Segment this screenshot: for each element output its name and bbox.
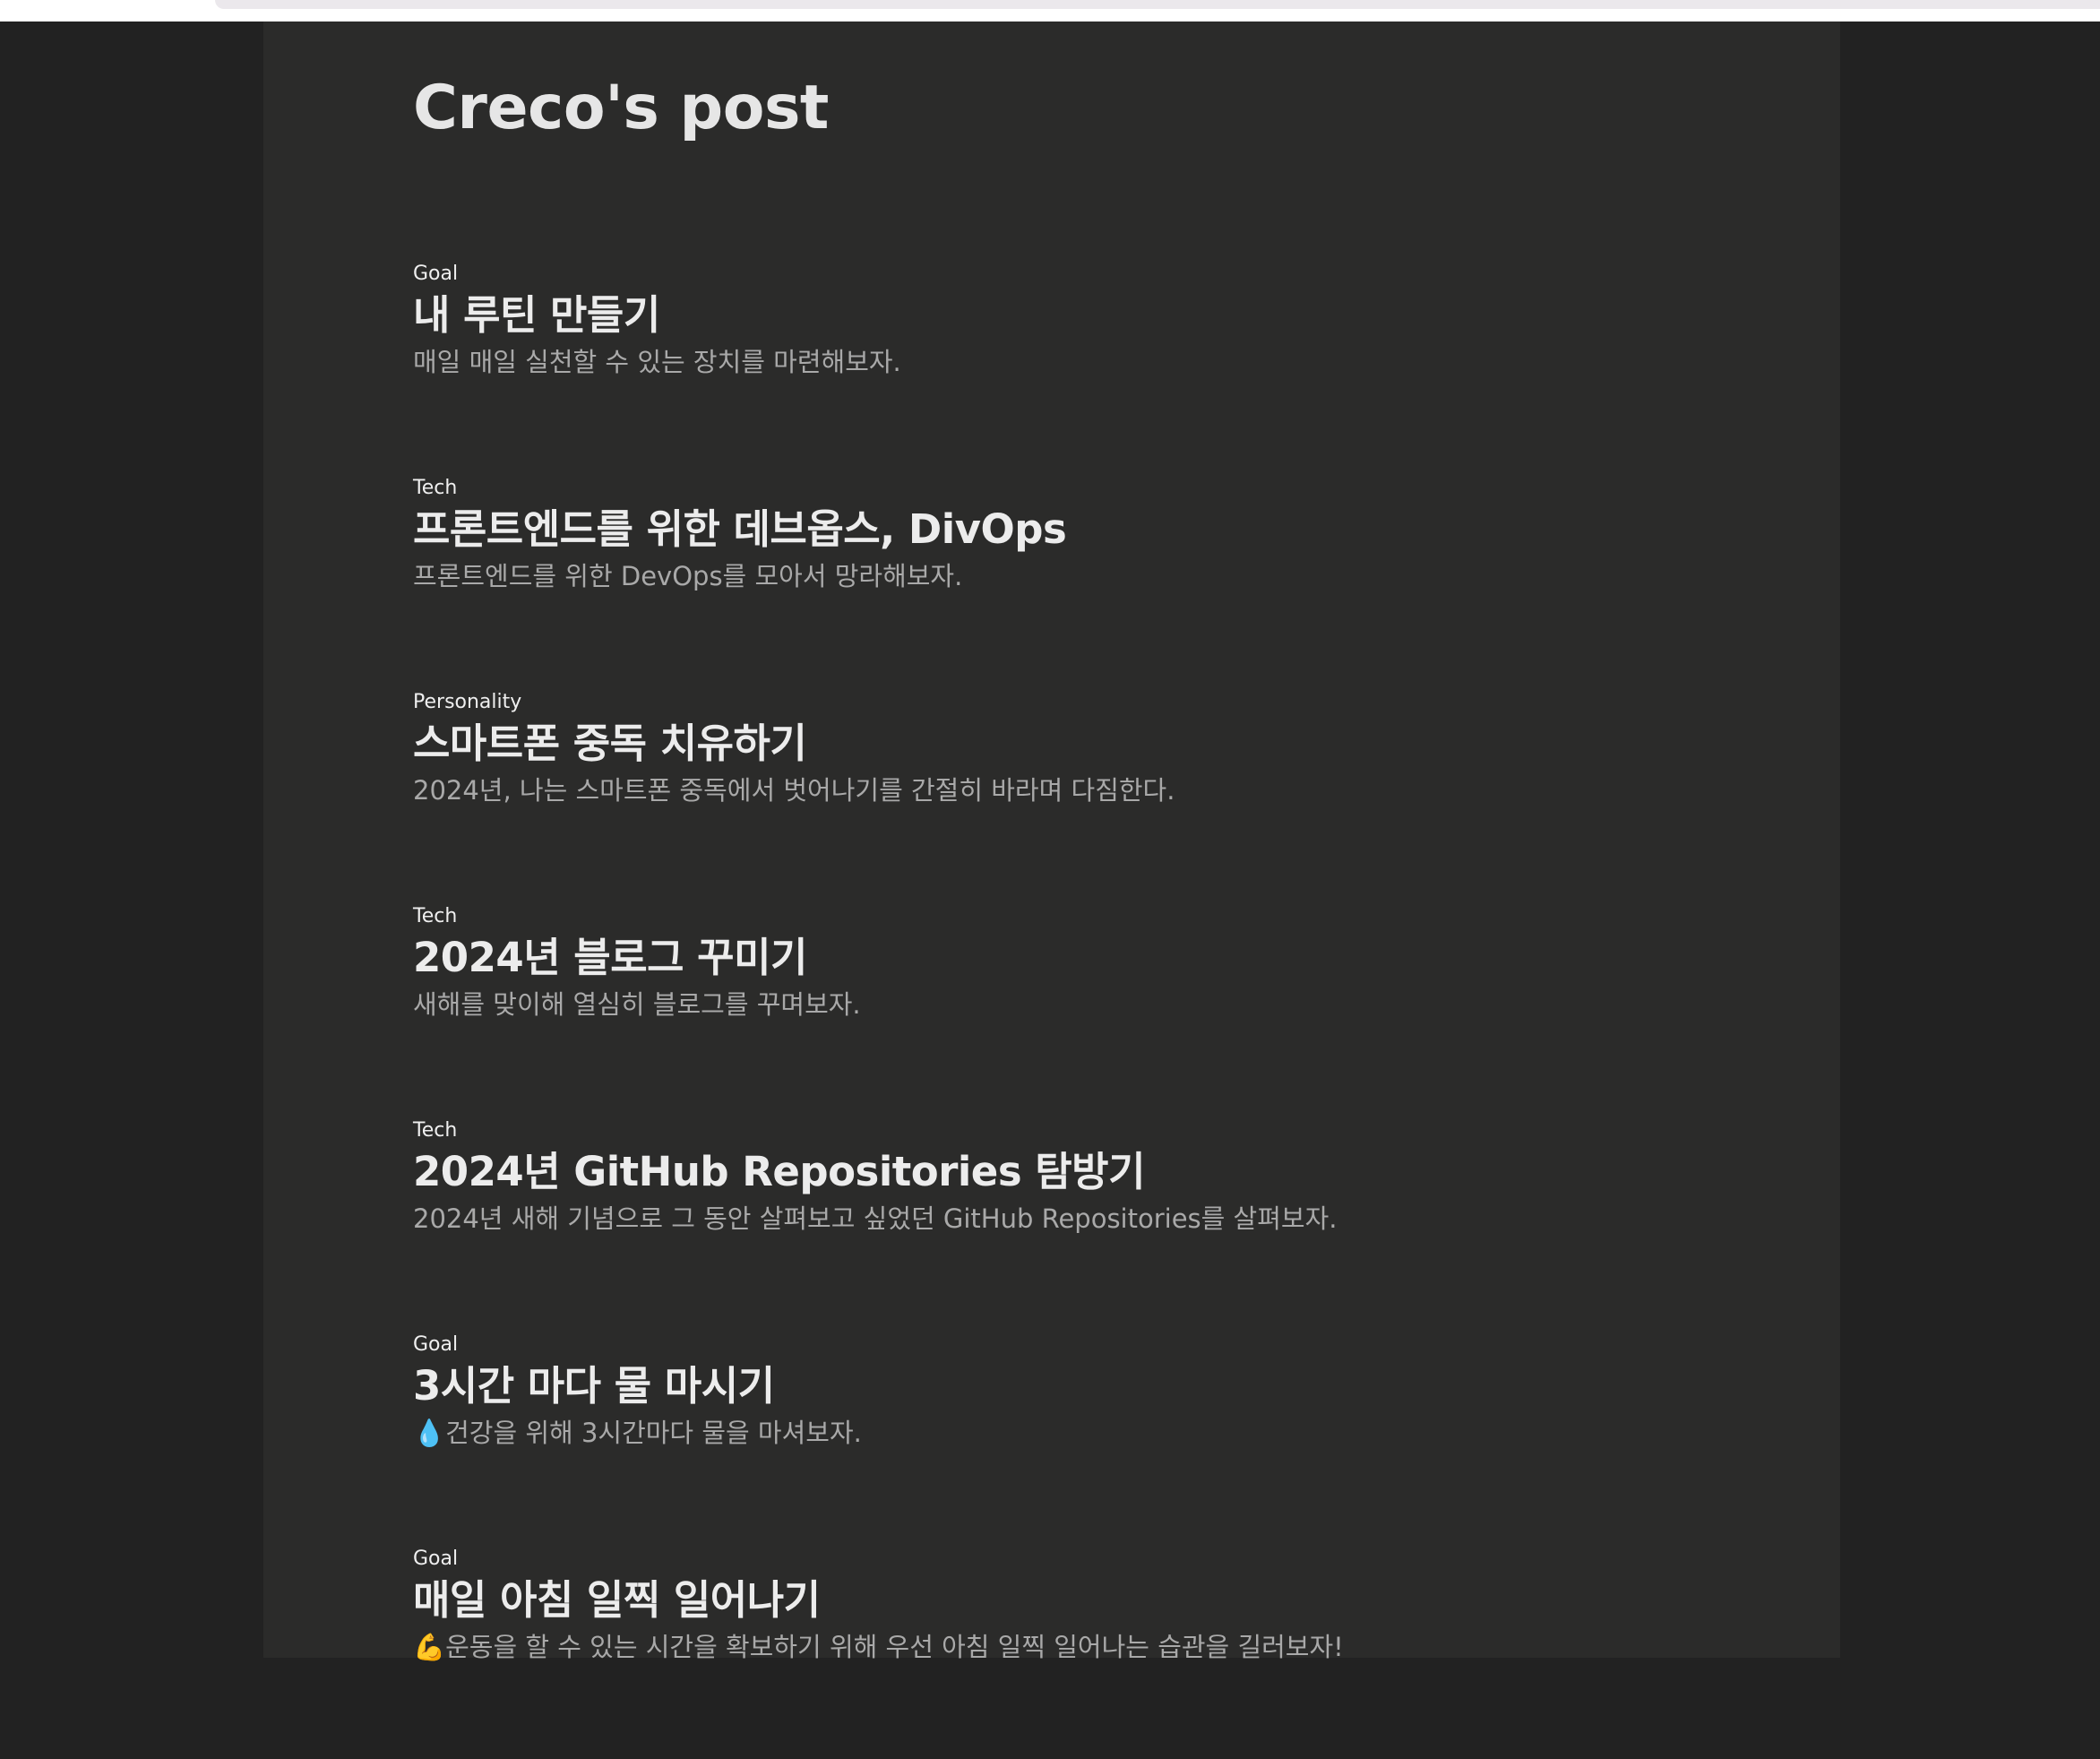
droplet-icon: 💧 — [413, 1418, 446, 1448]
post-item-blog-decoration[interactable]: Tech 2024년 블로그 꾸미기 새해를 맞이해 열심히 블로그를 꾸며보자… — [413, 902, 1811, 1117]
post-category: Personality — [413, 691, 522, 713]
post-description: 💧건강을 위해 3시간마다 물을 마셔보자. — [413, 1413, 1811, 1453]
post-category: Goal — [413, 1548, 459, 1570]
post-item-drink-water[interactable]: Goal 3시간 마다 물 마시기 💧건강을 위해 3시간마다 물을 마셔보자. — [413, 1331, 1811, 1545]
post-description-text: 건강을 위해 3시간마다 물을 마셔보자. — [445, 1418, 862, 1448]
post-description: 매일 매일 실천할 수 있는 장치를 마련해보자. — [413, 347, 901, 377]
browser-chrome-strip — [0, 0, 2100, 22]
post-category: Tech — [413, 477, 458, 499]
post-title[interactable]: 2024년 GitHub Repositories 탐방기 — [413, 1147, 1811, 1197]
post-category: Goal — [413, 263, 459, 285]
post-list: Goal 내 루틴 만들기 매일 매일 실천할 수 있는 장치를 마련해보자. … — [413, 260, 1811, 1759]
post-category: Goal — [413, 1333, 459, 1356]
post-title[interactable]: 스마트폰 중독 치유하기 — [413, 719, 1811, 769]
post-category: Tech — [413, 1119, 458, 1142]
browser-address-bar-edge — [215, 0, 2100, 9]
post-item-github-repos[interactable]: Tech 2024년 GitHub Repositories 탐방기 2024년… — [413, 1117, 1811, 1331]
post-item-divops[interactable]: Tech 프론트엔드를 위한 데브옵스, DivOps 프론트엔드를 위한 De… — [413, 474, 1811, 688]
post-title[interactable]: 프론트엔드를 위한 데브옵스, DivOps — [413, 504, 1811, 555]
post-description: 2024년 새해 기념으로 그 동안 살펴보고 싶었던 GitHub Repos… — [413, 1203, 1338, 1234]
post-item-wake-early[interactable]: Goal 매일 아침 일찍 일어나기 💪운동을 할 수 있는 시간을 확보하기 … — [413, 1545, 1811, 1759]
post-description: 프론트엔드를 위한 DevOps를 모아서 망라해보자. — [413, 561, 963, 591]
post-description: 2024년, 나는 스마트폰 중독에서 벗어나기를 간절히 바라며 다짐한다. — [413, 775, 1175, 806]
post-title[interactable]: 매일 아침 일찍 일어나기 — [413, 1575, 1811, 1625]
post-item-routine[interactable]: Goal 내 루틴 만들기 매일 매일 실천할 수 있는 장치를 마련해보자. — [413, 260, 1811, 474]
post-title[interactable]: 내 루틴 만들기 — [413, 290, 1811, 341]
post-description: 💪운동을 할 수 있는 시간을 확보하기 위해 우선 아침 일찍 일어나는 습관… — [413, 1627, 1811, 1667]
post-category: Tech — [413, 905, 458, 927]
post-item-smartphone[interactable]: Personality 스마트폰 중독 치유하기 2024년, 나는 스마트폰 … — [413, 688, 1811, 902]
post-title[interactable]: 2024년 블로그 꾸미기 — [413, 933, 1811, 983]
post-title[interactable]: 3시간 마다 물 마시기 — [413, 1361, 1811, 1411]
post-description: 새해를 맞이해 열심히 블로그를 꾸며보자. — [413, 989, 861, 1020]
blog-title[interactable]: Creco's post — [413, 68, 829, 149]
